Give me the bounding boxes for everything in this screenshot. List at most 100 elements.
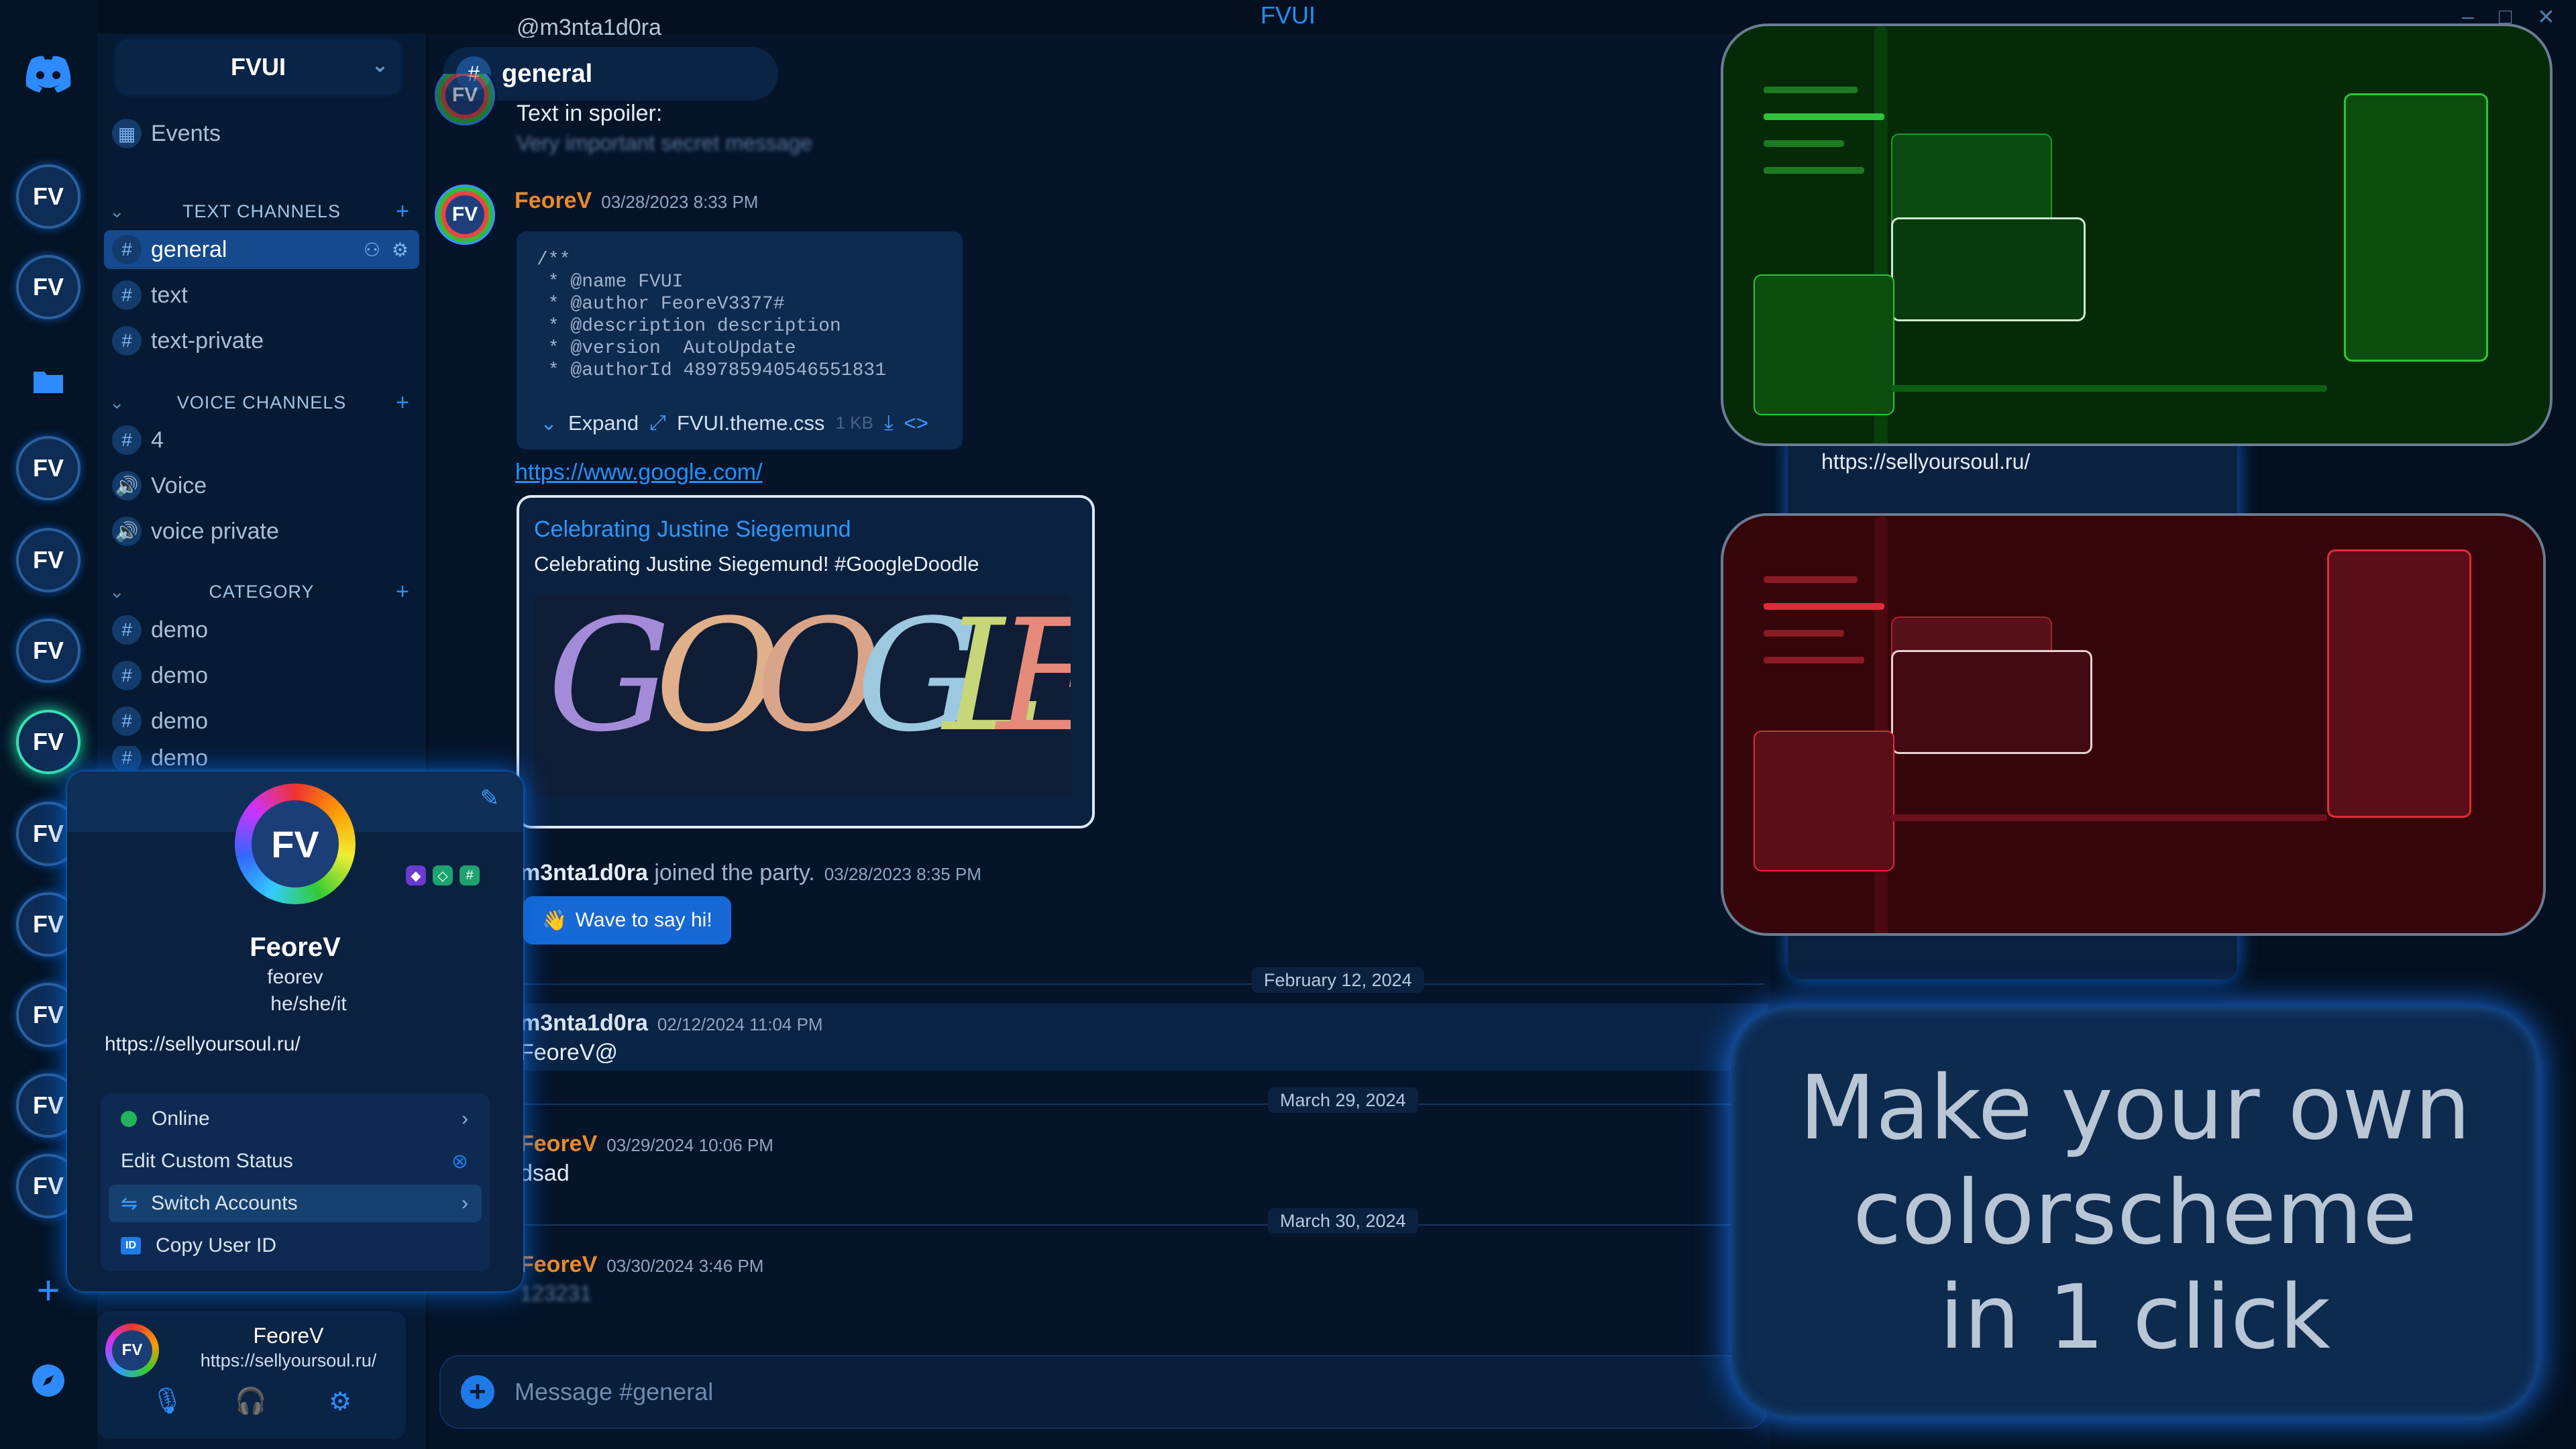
channel-voice[interactable]: 🔊 Voice [104, 466, 419, 505]
channel-demo[interactable]: # demo [104, 746, 419, 770]
wave-button[interactable]: 👋 Wave to say hi! [523, 896, 731, 945]
message-link[interactable]: https://www.google.com/ [515, 460, 763, 486]
avatar[interactable]: FV [433, 182, 497, 247]
link-embed: Celebrating Justine Siegemund Celebratin… [517, 495, 1095, 828]
author-name[interactable]: FeoreV [520, 1252, 597, 1277]
user-panel-name[interactable]: FeoreV [178, 1324, 399, 1348]
channel-demo[interactable]: # demo [104, 610, 419, 649]
channel-demo[interactable]: # demo [104, 702, 419, 741]
server-icon[interactable]: FV [16, 619, 80, 683]
message-text: 123231 [520, 1281, 592, 1305]
folder-icon[interactable] [16, 349, 80, 413]
preview-member-profile [2344, 93, 2488, 362]
user-avatar[interactable]: FV [105, 1324, 159, 1377]
author-name[interactable]: FeoreV [520, 1131, 597, 1157]
author-name[interactable]: FeoreV [515, 188, 592, 213]
hash-icon: # [112, 746, 142, 770]
attachment-filename[interactable]: FVUI.theme.css [677, 411, 825, 435]
hash-icon: # [112, 425, 142, 455]
status-item-online[interactable]: Online › [109, 1100, 482, 1138]
compass-icon[interactable] [16, 1348, 80, 1413]
category-name: TEXT CHANNELS [182, 201, 341, 221]
channel-4[interactable]: #4 [104, 421, 419, 460]
author-name[interactable]: m3nta1d0ra [520, 1010, 648, 1036]
profile-avatar[interactable]: FV [235, 784, 356, 904]
discord-logo-icon[interactable] [16, 42, 80, 106]
active-developer-badge-icon[interactable]: # [460, 865, 480, 885]
code-view-icon[interactable]: <> [904, 411, 928, 435]
input-placeholder: Message #general [515, 1378, 714, 1405]
join-user[interactable]: m3nta1d0ra [520, 860, 648, 885]
server-icon[interactable]: FV [16, 164, 80, 229]
timestamp: 03/28/2023 8:35 PM [824, 864, 981, 884]
preview-channel-line [1764, 140, 1844, 147]
upload-plus-icon[interactable]: + [461, 1375, 494, 1409]
id-icon: ID [121, 1237, 141, 1254]
download-icon[interactable]: ⤓ [884, 411, 894, 435]
user-panel: FV FeoreV https://sellyoursoul.ru/ 🎙 🎧 ⚙ [97, 1311, 406, 1439]
edit-custom-status-item[interactable]: Edit Custom Status ⊗ [109, 1142, 482, 1180]
doodle-image[interactable]: G O O G L E [534, 594, 1071, 795]
channel-text-private[interactable]: # text-private [104, 321, 419, 360]
preview-message-bar [1891, 814, 2327, 821]
server-icon-active[interactable]: FV [16, 710, 80, 774]
category-header[interactable]: ⌄ VOICE CHANNELS + [104, 389, 419, 416]
invite-icon[interactable]: ⚇ [364, 239, 380, 261]
hash-icon: # [112, 615, 142, 645]
edit-pencil-icon[interactable]: ✎ [480, 785, 500, 812]
add-channel-icon[interactable]: + [396, 579, 410, 605]
embed-title[interactable]: Celebrating Justine Siegemund [534, 517, 1077, 543]
channel-text[interactable]: # text [104, 276, 419, 315]
copy-user-id-item[interactable]: ID Copy User ID [109, 1227, 482, 1265]
channel-general[interactable]: # general ⚙ ⚇ [104, 230, 419, 269]
channel-name: demo [151, 746, 209, 770]
switch-accounts-icon: ⇋ [121, 1192, 138, 1215]
category-header[interactable]: ⌄ TEXT CHANNELS + [104, 198, 419, 225]
nitro-badge-icon[interactable]: ◆ [406, 865, 426, 885]
profile-username: feorev [267, 966, 323, 988]
channel-name: text-private [151, 327, 264, 354]
hypesquad-badge-icon[interactable]: ◇ [433, 865, 453, 885]
channel-name: demo [151, 662, 209, 688]
avatar[interactable]: FV [433, 74, 497, 127]
clear-status-icon[interactable]: ⊗ [451, 1150, 468, 1173]
date-divider-label: February 12, 2024 [1252, 967, 1424, 993]
message-input[interactable]: + Message #general [439, 1355, 1768, 1429]
hash-icon: # [112, 235, 142, 264]
settings-gear-icon[interactable]: ⚙ [392, 239, 409, 261]
date-divider-label: March 29, 2024 [1268, 1087, 1418, 1113]
expand-button[interactable]: Expand [568, 411, 639, 435]
channel-voice-private[interactable]: 🔊 voice private [104, 512, 419, 551]
message-text: FeoreV@ [520, 1040, 619, 1065]
channel-demo[interactable]: # demo [104, 656, 419, 695]
close-icon[interactable]: ✕ [2537, 4, 2555, 30]
server-icon[interactable]: FV [16, 255, 80, 319]
channel-name: demo [151, 708, 209, 734]
online-dot-icon [121, 1111, 137, 1127]
server-icon[interactable]: FV [16, 528, 80, 592]
server-icon[interactable]: FV [16, 436, 80, 500]
preview-channel-line [1764, 657, 1864, 663]
category-header[interactable]: ⌄ CATEGORY + [104, 578, 419, 605]
events-item[interactable]: ▦ Events [104, 114, 419, 153]
switch-accounts-item[interactable]: ⇋ Switch Accounts › [109, 1185, 482, 1222]
channel-name: demo [151, 616, 209, 643]
add-channel-icon[interactable]: + [396, 199, 410, 225]
red-theme-preview [1721, 513, 2546, 936]
attachment-size: 1 KB [835, 413, 873, 433]
server-name-header[interactable]: FVUI ⌄ [117, 42, 399, 93]
preview-channel-line [1764, 167, 1864, 174]
category-name: CATEGORY [209, 581, 315, 602]
microphone-icon[interactable]: 🎙 [151, 1387, 183, 1416]
caret-icon: ⌄ [109, 581, 125, 602]
settings-gear-icon[interactable]: ⚙ [329, 1387, 352, 1417]
profile-url[interactable]: https://sellyoursoul.ru/ [105, 1033, 301, 1056]
headphones-icon[interactable]: 🎧 [235, 1387, 266, 1416]
preview-channel-line [1764, 113, 1884, 120]
caret-icon: ⌄ [109, 201, 125, 221]
chevron-right-icon: › [462, 1192, 468, 1214]
add-channel-icon[interactable]: + [396, 390, 410, 416]
wave-sticker-icon: 👋 [542, 909, 568, 932]
spoiler-text[interactable]: Very important secret message [517, 131, 812, 156]
channel-name: Voice [151, 472, 207, 498]
